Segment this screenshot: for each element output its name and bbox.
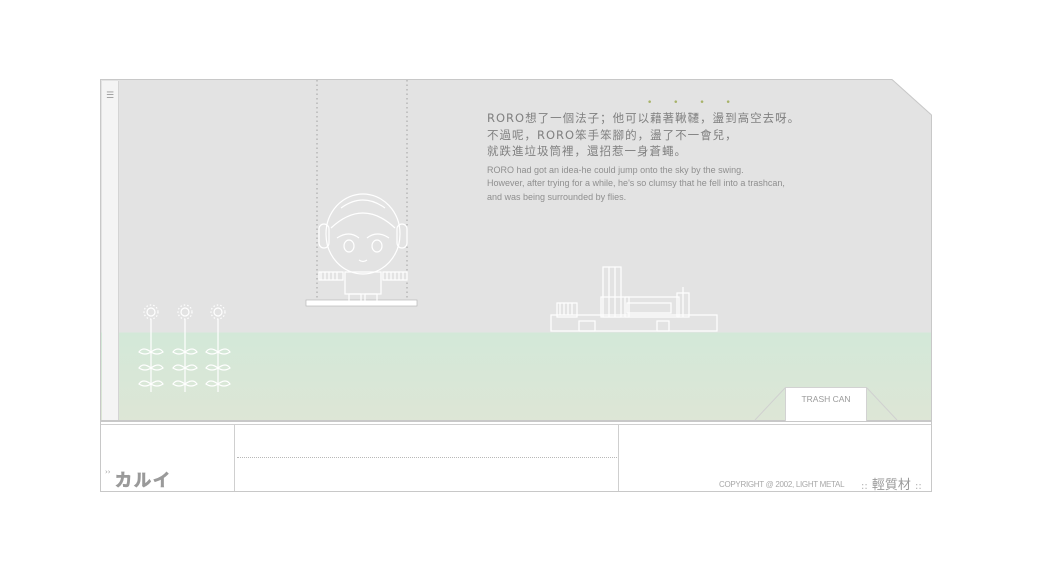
footer-divider-1 <box>234 425 235 491</box>
footer-divider-2 <box>618 425 619 491</box>
story-zh-line-3: 就跌進垃圾筒裡，還招惹一身蒼蠅。 <box>487 144 687 158</box>
roro-character <box>318 193 408 305</box>
karui-logo[interactable]: ›› カルイ <box>105 468 205 491</box>
trash-can-label: TRASH CAN <box>801 394 851 404</box>
brand-suffix: :: <box>915 481 922 492</box>
story-en-line-2: However, after trying for a while, he's … <box>487 178 785 188</box>
scene-panel: ☰ • • • • RORO想了一個法子；他可以藉著鞦韆，盪到高空去呀。 不過呢… <box>100 79 932 421</box>
story-en-line-3: and was being surrounded by flies. <box>487 191 627 202</box>
decorative-dots: • • • • <box>647 98 740 108</box>
trash-can[interactable]: TRASH CAN <box>785 387 867 421</box>
story-en-line-1: RORO had got an idea-he could jump onto … <box>487 164 744 175</box>
copyright-text: COPYRIGHT @ 2002, LIGHT METAL <box>719 480 845 489</box>
footer-bar: ›› カルイ COPYRIGHT @ 2002, LIGHT METAL :: … <box>100 421 932 493</box>
svg-text:››: ›› <box>105 468 111 476</box>
left-strip: ☰ <box>102 81 119 420</box>
footer-rule <box>101 424 931 425</box>
story-text: RORO想了一個法子；他可以藉著鞦韆，盪到高空去呀。 不過呢，RORO笨手笨腳的… <box>487 110 887 204</box>
story-frame: ☰ • • • • RORO想了一個法子；他可以藉著鞦韆，盪到高空去呀。 不過呢… <box>100 79 932 493</box>
brand-label[interactable]: :: 輕質材 :: <box>861 474 922 493</box>
story-zh-line-1: RORO想了一個法子；他可以藉著鞦韆，盪到高空去呀。 <box>487 111 801 125</box>
brand-name: 輕質材 <box>871 478 911 493</box>
footer-dotted-line <box>237 457 617 458</box>
menu-icon[interactable]: ☰ <box>106 91 114 101</box>
logo-text: カルイ <box>115 471 172 491</box>
flowers-illustration <box>138 304 231 392</box>
story-zh-line-2: 不過呢，RORO笨手笨腳的，盪了不一會兒， <box>487 127 738 142</box>
factory-illustration <box>550 266 718 332</box>
brand-prefix: :: <box>861 481 868 492</box>
